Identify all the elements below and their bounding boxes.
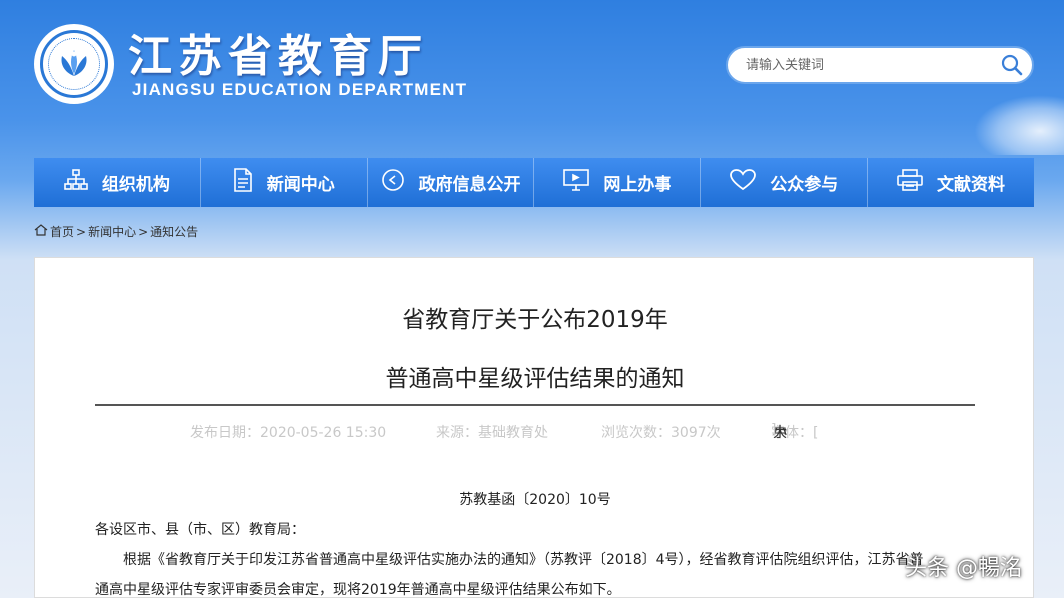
nav-item-documents[interactable]: 文献资料 <box>868 158 1034 207</box>
view-count: 浏览次数：3097次 <box>601 425 721 441</box>
nav-item-news[interactable]: 新闻中心 <box>201 158 368 207</box>
site-title: 江苏省教育厅 <box>128 31 428 82</box>
main-nav: 组织机构 新闻中心 政府信息公开 网上办事 公众参与 文献资料 <box>34 158 1034 207</box>
nav-item-label: 网上办事 <box>603 175 672 195</box>
font-size-close: ] <box>771 422 777 438</box>
home-icon <box>34 224 48 239</box>
watermark: 头条 @暢洺 <box>905 556 1022 581</box>
article-title-line2: 普通高中星级评估结果的通知 <box>385 366 685 392</box>
search-box[interactable] <box>726 46 1034 84</box>
site-subtitle: JIANGSU EDUCATION DEPARTMENT <box>132 80 468 99</box>
nav-item-label: 政府信息公开 <box>418 175 521 195</box>
publish-date: 发布日期：2020-05-26 15:30 <box>190 425 387 441</box>
salutation: 各设区市、县（市、区）教育局： <box>95 522 305 538</box>
nav-item-gov-info[interactable]: 政府信息公开 <box>368 158 535 207</box>
document-number: 苏教基函〔2020〕10号 <box>459 492 611 508</box>
heart-icon <box>730 169 757 196</box>
nav-item-label: 文献资料 <box>937 175 1006 195</box>
org-chart-icon <box>64 169 88 196</box>
title-divider <box>95 404 975 406</box>
breadcrumb-home[interactable]: 首页 <box>50 223 74 240</box>
nav-item-label: 组织机构 <box>101 175 170 195</box>
search-input[interactable] <box>728 48 992 82</box>
info-circle-icon <box>381 168 405 197</box>
breadcrumb-notices[interactable]: 通知公告 <box>150 223 198 240</box>
site-logo[interactable] <box>34 24 114 104</box>
nav-item-public-participation[interactable]: 公众参与 <box>701 158 869 207</box>
nav-item-label: 公众参与 <box>770 175 839 195</box>
article-panel: 省教育厅关于公布2019年 普通高中星级评估结果的通知 发布日期：2020-05… <box>34 257 1034 598</box>
article-title-line1: 省教育厅关于公布2019年 <box>402 307 668 333</box>
breadcrumb-news[interactable]: 新闻中心 <box>88 223 136 240</box>
body-paragraph-1: 根据《省教育厅关于印发江苏省普通高中星级评估实施办法的通知》（苏教评〔2018〕… <box>123 552 924 568</box>
body-paragraph-2: 通高中星级评估专家评审委员会审定，现将2019年普通高中星级评估结果公布如下。 <box>95 582 621 598</box>
article-source: 来源：基础教育处 <box>436 425 548 441</box>
breadcrumb-separator: > <box>138 224 149 239</box>
breadcrumb: 首页 > 新闻中心 > 通知公告 <box>34 223 198 240</box>
logo-emblem-icon <box>40 30 108 98</box>
breadcrumb-separator: > <box>76 224 87 239</box>
printer-icon <box>897 169 923 196</box>
nav-item-organization[interactable]: 组织机构 <box>34 158 201 207</box>
site-header: 江苏省教育厅 JIANGSU EDUCATION DEPARTMENT <box>0 0 1064 150</box>
monitor-icon <box>563 169 590 196</box>
document-icon <box>233 168 253 197</box>
search-icon[interactable] <box>992 47 1032 83</box>
nav-item-label: 新闻中心 <box>266 175 335 195</box>
nav-item-online-services[interactable]: 网上办事 <box>534 158 702 207</box>
